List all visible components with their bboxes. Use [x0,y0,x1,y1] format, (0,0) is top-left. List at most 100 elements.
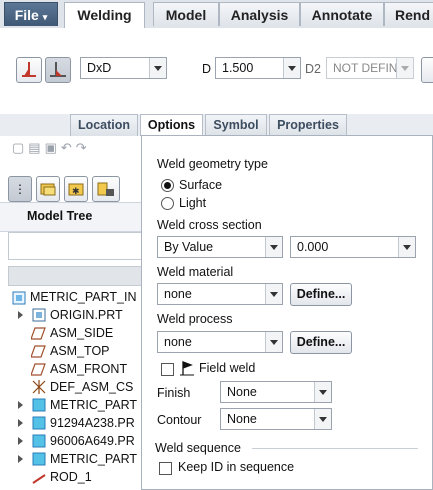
light-label: Light [179,196,207,210]
tab-analysis-label: Analysis [230,7,289,23]
redo-icon[interactable]: ↷ [76,140,91,155]
cross-section-select[interactable]: By Value [157,236,283,258]
define-process-button[interactable]: Define... [290,331,352,354]
tree-item-label: ASM_TOP [50,344,110,358]
part-icon [32,434,46,448]
tab-properties[interactable]: Properties [269,114,347,136]
undo-icon[interactable]: ↶ [61,140,76,155]
chevron-down-icon [398,237,415,257]
finish-value: None [227,385,257,399]
material-label: Weld material [157,265,234,279]
define-material-label: Define... [296,287,346,301]
file-menu-button[interactable]: File ▾ [4,2,58,26]
model-tree-tab-icon[interactable]: ⋮ [8,176,32,202]
tab-location-label: Location [77,118,131,132]
file-menu-label: File [14,7,39,23]
finish-select[interactable]: None [220,381,332,403]
process-value: none [164,335,192,349]
contour-label: Contour [157,413,202,427]
tab-options-label: Options [147,118,196,132]
expand-arrow-icon[interactable] [18,419,23,427]
chevron-down-icon [265,284,282,304]
datum-plane-icon [31,363,46,376]
chevron-down-icon [283,58,300,78]
navigator-tabs: ⋮ ✱ [8,176,140,202]
keep-id-checkbox[interactable] [159,462,172,475]
expand-arrow-icon[interactable] [18,455,23,463]
browser-tab-icon[interactable] [92,176,120,202]
d-value: 1.500 [222,61,254,75]
material-select[interactable]: none [157,283,283,305]
tab-model-label: Model [165,7,207,23]
keep-id-label: Keep ID in sequence [178,460,295,474]
expand-arrow-icon[interactable] [18,311,23,319]
define-material-button[interactable]: Define... [290,283,352,306]
tab-properties-label: Properties [277,118,339,132]
flip-button[interactable] [421,57,433,83]
groove-weld-icon [50,62,66,77]
finish-label: Finish [157,386,191,400]
menu-bar: File ▾ Welding Model Analysis Annotate R… [0,0,433,29]
options-panel: Weld geometry type Surface Light Weld cr… [141,135,433,490]
tree-item-label: METRIC_PART [50,452,138,466]
process-select[interactable]: none [157,331,283,353]
weld-profile-select[interactable]: DxD [80,57,167,79]
chevron-down-icon [396,58,413,78]
part-icon [32,308,46,322]
favorites-tab-icon[interactable]: ✱ [64,176,88,202]
sequence-divider [252,448,418,449]
chevron-down-icon [265,332,282,352]
contour-select[interactable]: None [220,408,332,430]
tab-symbol[interactable]: Symbol [205,114,267,136]
folder-star-icon: ✱ [68,183,84,196]
coordinate-system-icon [32,380,46,394]
folder-stack-icon [40,183,56,196]
cross-section-number: 0.000 [297,240,329,254]
new-file-icon[interactable]: ▢ [12,140,28,155]
save-icon[interactable]: ▣ [45,140,61,155]
d2-label: D2 [305,62,321,76]
expand-arrow-icon[interactable] [18,437,23,445]
light-radio[interactable] [161,197,174,210]
layers-tab-icon[interactable] [36,176,60,202]
tree-item-label: ASM_SIDE [50,326,114,340]
svg-text:✱: ✱ [72,186,80,196]
ribbon: DxD D 1.500 D2 NOT DEFIN [0,28,433,115]
expand-arrow-icon[interactable] [18,401,23,409]
datum-plane-icon [31,345,46,358]
chevron-down-icon [314,382,331,402]
tab-model[interactable]: Model [153,2,219,26]
open-file-icon[interactable]: ▤ [28,140,44,155]
field-weld-flag-icon [180,361,194,376]
tree-item-label: METRIC_PART_IN [30,290,137,304]
chevron-down-icon [314,409,331,429]
fillet-weld-icon [22,62,36,77]
part-icon [32,398,46,412]
tab-symbol-label: Symbol [213,118,259,132]
field-weld-checkbox[interactable] [161,363,174,376]
datum-plane-icon [31,327,46,340]
tab-analysis[interactable]: Analysis [219,2,300,26]
field-weld-label: Field weld [199,361,256,375]
tree-search-input[interactable] [8,232,143,260]
model-tree-title: Model Tree [27,209,93,223]
tree-item-label: ASM_FRONT [50,362,128,376]
d2-value-input: NOT DEFIN [326,57,414,79]
cross-section-number-input[interactable]: 0.000 [290,236,416,258]
fillet-weld-button[interactable] [16,57,42,83]
surface-radio[interactable] [161,179,174,192]
tab-options[interactable]: Options [140,114,203,137]
tab-render[interactable]: Rend [384,2,433,26]
tree-item-label: 96006A649.PR [50,434,135,448]
define-process-label: Define... [296,335,346,349]
groove-weld-button[interactable] [45,57,71,83]
tree-item-label: METRIC_PART [50,398,138,412]
part-icon [32,416,46,430]
d-value-input[interactable]: 1.500 [215,57,301,79]
tab-location[interactable]: Location [70,114,138,136]
tab-annotate[interactable]: Annotate [300,2,384,26]
tree-item-label: 91294A238.PR [50,416,135,430]
tab-welding[interactable]: Welding [64,2,145,29]
d-label: D [202,62,212,76]
tree-item-label: ROD_1 [50,470,92,484]
